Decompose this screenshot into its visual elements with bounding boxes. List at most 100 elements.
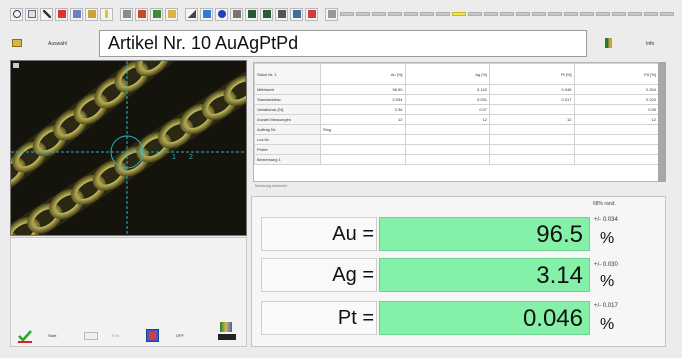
pointer-icon[interactable] (230, 7, 243, 21)
table-cell: 0.024 (573, 94, 659, 105)
table-cell: 12 (404, 114, 490, 125)
toolbar-slot[interactable] (596, 12, 610, 16)
table-scrollbar[interactable] (658, 62, 666, 182)
toolbar-slot[interactable] (388, 12, 402, 16)
table-cell[interactable] (489, 134, 575, 145)
selection-label[interactable]: Auswahl (48, 41, 67, 47)
info-book-icon[interactable] (605, 38, 612, 48)
result-value: 96.5 (536, 221, 583, 248)
table-cell[interactable] (489, 154, 575, 165)
toolbar-slot[interactable] (628, 12, 642, 16)
help-icon[interactable] (305, 7, 318, 21)
off-button[interactable]: OFF (146, 329, 196, 343)
toolbar-slot[interactable] (644, 12, 658, 16)
toolbar-slot[interactable] (340, 12, 354, 16)
table-cell[interactable] (404, 124, 490, 135)
table-cell: 3.142 (404, 84, 490, 95)
dot-icon[interactable] (215, 7, 228, 21)
info-icon[interactable] (100, 7, 113, 21)
toolbar-slot[interactable] (356, 12, 370, 16)
row-label: Los Nr. (254, 134, 321, 145)
chip-icon[interactable] (150, 7, 163, 21)
status-text: Messung beendet (255, 183, 287, 188)
toolbar-slot[interactable] (420, 12, 434, 16)
table-cell: 12 (320, 114, 406, 125)
table-cell[interactable] (404, 154, 490, 165)
toolbar-slot[interactable] (580, 12, 594, 16)
info-label[interactable]: Info (646, 41, 654, 47)
paint-icon[interactable] (135, 7, 148, 21)
delete-icon[interactable] (55, 7, 68, 21)
toolbar-slot[interactable] (548, 12, 562, 16)
document-icon[interactable] (25, 7, 38, 21)
row-label: Anzahl Messungen (254, 114, 321, 125)
table-cell: 96.50 (320, 84, 406, 95)
table-row: Prüfer (254, 144, 659, 155)
toolbar-slot[interactable] (516, 12, 530, 16)
unit: % (600, 273, 615, 290)
table-cell[interactable] (320, 134, 406, 145)
toolbar-slot[interactable] (484, 12, 498, 16)
table-cell[interactable] (573, 124, 659, 135)
toolbar-slot[interactable] (564, 12, 578, 16)
article-title-box: Artikel Nr. 10 AuAgPtPd (99, 30, 587, 57)
edit-icon (84, 332, 98, 340)
power-icon-mark (149, 332, 156, 339)
table-cell[interactable] (573, 134, 659, 145)
tools-icon[interactable] (85, 7, 98, 21)
toolbar-slot[interactable] (468, 12, 482, 16)
row-label: Bemerkung 1 (254, 154, 321, 165)
table-cell (489, 104, 575, 115)
mountain-icon[interactable] (185, 7, 198, 21)
toolbar-slot[interactable] (372, 12, 386, 16)
element-label: Au = (332, 223, 374, 245)
table-cell: 0.97 (404, 104, 490, 115)
folder-icon[interactable] (165, 7, 178, 21)
toolbar-slot[interactable] (436, 12, 450, 16)
table-row: Bemerkung 1 (254, 154, 659, 165)
table-row: Anzahl Messungen 12 12 12 12 (254, 114, 659, 125)
camera-image[interactable]: 1 2 (10, 60, 247, 236)
result-value: 3.14 (536, 262, 583, 289)
grid-icon[interactable] (70, 7, 83, 21)
table-cell[interactable] (404, 134, 490, 145)
toolbar-slot[interactable] (404, 12, 418, 16)
toolbar-slot[interactable] (612, 12, 626, 16)
toolbar-slot[interactable] (500, 12, 514, 16)
column-header: Stück Nr. 1 (254, 63, 321, 85)
toolbar-slot[interactable] (660, 12, 674, 16)
cut-icon[interactable] (40, 7, 53, 21)
people-icon[interactable] (245, 7, 258, 21)
table-cell[interactable]: Ring (320, 124, 406, 135)
table-cell[interactable] (320, 154, 406, 165)
toolbar-slot-highlighted[interactable] (452, 12, 466, 16)
camera-icon[interactable] (120, 7, 133, 21)
toolbar-slot[interactable] (532, 12, 546, 16)
user-search-icon[interactable] (290, 7, 303, 21)
start-button[interactable]: Start (18, 329, 78, 343)
list-icon[interactable] (325, 7, 338, 21)
measurement-table: Stück Nr. 1 Au [%] Ag [%] Pt [%] Pd [%] … (253, 62, 660, 182)
table-cell[interactable] (404, 144, 490, 155)
device-button[interactable] (218, 322, 238, 342)
column-header: Au [%] (320, 63, 406, 85)
scale-label-2: 2 (189, 154, 193, 161)
table-cell[interactable] (489, 144, 575, 155)
user-icon[interactable] (275, 7, 288, 21)
group-icon[interactable] (260, 7, 273, 21)
image-corner-icon[interactable] (13, 63, 19, 68)
table-cell[interactable] (573, 154, 659, 165)
row-label: Mittelwert (254, 84, 321, 95)
article-title: Artikel Nr. 10 AuAgPtPd (108, 33, 299, 53)
edit-button[interactable]: Edit (84, 329, 134, 343)
selection-icon[interactable] (12, 39, 22, 47)
chart-icon[interactable] (200, 7, 213, 21)
table-cell[interactable] (320, 144, 406, 155)
search-icon[interactable] (10, 7, 23, 21)
table-cell[interactable] (489, 124, 575, 135)
column-header: Pd [%] (573, 63, 659, 85)
value-box: 0.046 (379, 301, 590, 335)
value-box: 96.5 (379, 217, 590, 251)
table-cell[interactable] (573, 144, 659, 155)
checkmark-icon (18, 330, 32, 343)
